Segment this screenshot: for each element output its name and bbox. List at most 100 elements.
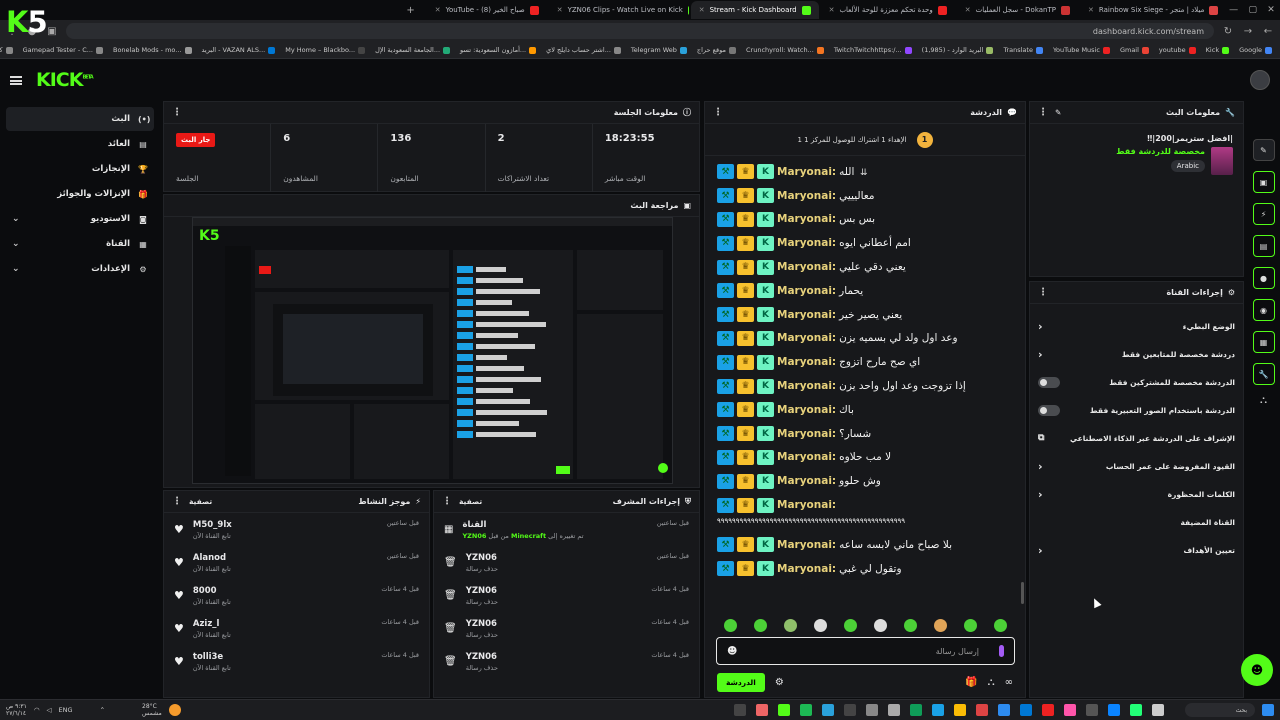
bolt-rail-icon[interactable]: ⚡ xyxy=(1252,203,1275,225)
chat-message[interactable]: ⚒ ♛ K Maryonai: معاليييي xyxy=(717,184,1013,208)
tab-close-icon[interactable]: ✕ xyxy=(435,6,441,14)
activity-username[interactable]: tolli3e xyxy=(193,652,231,662)
bookmark-item[interactable]: الجامعة السعودية الإل... xyxy=(375,46,451,54)
back-icon[interactable]: ← xyxy=(1262,26,1274,37)
edit-pencil-icon[interactable]: ✎ xyxy=(1055,108,1061,117)
people-icon[interactable]: ⛬ xyxy=(988,677,995,688)
pencil-rail-icon[interactable]: ✎ xyxy=(1252,139,1275,161)
taskbar-app-icon[interactable] xyxy=(932,704,944,716)
mod-action-row[interactable]: قبل ساعتين 🗑 YZN06 حذف رسالة xyxy=(434,546,699,579)
channel-action-row[interactable]: › القيود المفروضة على عمر الحساب xyxy=(1030,452,1243,480)
channel-action-row[interactable]: القناة المضيفة xyxy=(1030,508,1243,536)
panel-menu-icon[interactable]: ⋮ xyxy=(1038,287,1048,298)
taskbar-app-icon[interactable] xyxy=(910,704,922,716)
channel-action-row[interactable]: › الكلمات المحظورة xyxy=(1030,480,1243,508)
chat-message[interactable]: ⚒ ♛ K Maryonai: xyxy=(717,493,1013,517)
taskbar-app-icon[interactable] xyxy=(1064,704,1076,716)
chat-username[interactable]: Maryonai: xyxy=(777,190,836,202)
activity-filter-button[interactable]: تصفية xyxy=(189,497,212,506)
sidebar-item[interactable]: البث (•) xyxy=(6,107,154,131)
browser-tab[interactable]: ✕ سجل العمليات - DokanTP xyxy=(957,1,1078,19)
forward-icon[interactable]: → xyxy=(1242,26,1254,37)
activity-username[interactable]: Aziz_l xyxy=(193,619,231,629)
emote-icon[interactable] xyxy=(873,618,887,632)
stream-preview-video[interactable]: K5 xyxy=(192,217,673,484)
hamburger-menu-icon[interactable] xyxy=(10,75,22,85)
tab-close-icon[interactable]: ✕ xyxy=(829,6,835,14)
chat-username[interactable]: Maryonai: xyxy=(777,428,836,440)
taskbar-app-icon[interactable] xyxy=(1020,704,1032,716)
channel-action-row[interactable]: › تعيين الأهداف xyxy=(1030,536,1243,564)
chat-username[interactable]: Maryonai: xyxy=(777,539,836,551)
browser-tab[interactable]: ✕ YouTube - صباح الخير (8) xyxy=(427,1,547,19)
browser-tab[interactable]: ✕ Stream - Kick Dashboard xyxy=(690,1,819,19)
chat-message[interactable]: ⚒ ♛ K Maryonai: وعد اول ولد لي بسميه يزن xyxy=(717,327,1013,351)
minimize-icon[interactable]: — xyxy=(1229,5,1238,15)
taskbar-app-icon[interactable] xyxy=(954,704,966,716)
taskbar-app-icon[interactable] xyxy=(1086,704,1098,716)
bookmark-item[interactable]: كل الإشارات المرجعية xyxy=(0,46,13,54)
chat-scrollbar[interactable] xyxy=(1021,582,1024,604)
chat-username[interactable]: Maryonai: xyxy=(777,404,836,416)
emoji-icon[interactable]: ☻ xyxy=(727,646,737,657)
lang-indicator[interactable]: ENG xyxy=(59,706,73,714)
panel-menu-icon[interactable]: ⋮ xyxy=(442,496,452,507)
taskbar-app-icon[interactable] xyxy=(756,704,768,716)
chat-rail-icon[interactable]: ● xyxy=(1252,267,1275,289)
tab-close-icon[interactable]: ✕ xyxy=(699,6,705,14)
bookmark-item[interactable]: موقع حراج xyxy=(697,46,737,54)
activity-row[interactable]: قبل ساعتين ♥ M50_9lx تابع القناة الآن xyxy=(164,513,429,546)
chat-message[interactable]: ⚒ ♛ K Maryonai: بلا صباح ماني لابسه ساعه xyxy=(717,533,1013,557)
bookmark-item[interactable]: Telegram Web xyxy=(631,46,687,54)
chevron-right-icon[interactable]: › xyxy=(1038,488,1043,501)
taskbar-app-icon[interactable] xyxy=(800,704,812,716)
bookmark-item[interactable]: YouTube Music xyxy=(1053,46,1110,54)
bookmark-item[interactable]: البريد - VAZAN ALS... xyxy=(202,46,276,54)
chat-username[interactable]: Maryonai: xyxy=(777,213,836,225)
taskbar-app-icon[interactable] xyxy=(998,704,1010,716)
taskbar-app-icon[interactable] xyxy=(1108,704,1120,716)
taskbar-app-icon[interactable] xyxy=(822,704,834,716)
wifi-icon[interactable]: ◠ xyxy=(34,706,40,714)
windows-start-icon[interactable] xyxy=(1262,704,1274,716)
chat-message[interactable]: ⚒ ♛ K Maryonai: إذا تزوجت وعد اول واحد يزن xyxy=(717,374,1013,398)
taskbar-app-icon[interactable] xyxy=(976,704,988,716)
tray-up-icon[interactable]: ⌃ xyxy=(100,706,105,714)
chat-send-button[interactable]: الدردشة xyxy=(717,672,765,692)
taskbar-app-icon[interactable] xyxy=(1042,704,1054,716)
maximize-icon[interactable]: ▢ xyxy=(1248,5,1257,15)
reload-icon[interactable]: ↻ xyxy=(1222,26,1234,37)
chat-message[interactable]: ⚒ ♛ K Maryonai: بس بس xyxy=(717,208,1013,232)
tab-close-icon[interactable]: ✕ xyxy=(557,6,563,14)
sidebar-item[interactable]: ⌄ القناة ▦ xyxy=(6,232,154,256)
support-chat-button[interactable]: ☻ xyxy=(1241,654,1273,686)
emote-icon[interactable] xyxy=(753,618,767,632)
shield-rail-icon[interactable]: ▦ xyxy=(1252,331,1275,353)
clipboard-rail-icon[interactable]: ▤ xyxy=(1252,235,1275,257)
activity-row[interactable]: قبل ساعتين ♥ Alanod تابع القناة الآن xyxy=(164,546,429,579)
mod-action-row[interactable]: قبل ساعتين ▦ القناة تم تغييره إلى Minecraft… xyxy=(434,513,699,546)
taskbar-app-icon[interactable] xyxy=(1152,704,1164,716)
chevron-right-icon[interactable]: › xyxy=(1038,544,1043,557)
bookmark-item[interactable]: أمازون السعودية: تسو... xyxy=(460,46,537,54)
bookmark-item[interactable]: TwitchTwitchhttps:/... xyxy=(834,46,912,54)
camera-rail-icon[interactable]: ▣ xyxy=(1252,171,1275,193)
chat-username[interactable]: Maryonai: xyxy=(777,285,836,297)
bookmark-item[interactable]: Gamepad Tester - C... xyxy=(23,46,103,54)
chat-username[interactable]: Maryonai: xyxy=(777,475,836,487)
bookmark-item[interactable]: youtube xyxy=(1159,46,1196,54)
chat-message[interactable]: ⚒ ♛ K Maryonai: باك xyxy=(717,398,1013,422)
activity-username[interactable]: 8000 xyxy=(193,586,231,596)
browser-tab[interactable]: ✕ وحدة تحكم معززة للوحة الألعاب xyxy=(821,1,955,19)
url-field[interactable]: dashboard.kick.com/stream xyxy=(66,23,1214,39)
channel-action-row[interactable]: › دردشة مخصصة للمتابعين فقط xyxy=(1030,340,1243,368)
chevron-right-icon[interactable]: › xyxy=(1038,348,1043,361)
activity-username[interactable]: M50_9lx xyxy=(193,520,232,530)
gift-icon[interactable]: 🎁 xyxy=(965,677,977,688)
bookmark-item[interactable]: Translate xyxy=(1003,46,1043,54)
chat-message[interactable]: ⚒ ♛ K Maryonai: وتقول لي غبي xyxy=(717,557,1013,581)
pinned-goal-banner[interactable]: 1 الإهداء 1 اشتراك للوصول للمركز 1 1 xyxy=(705,124,1025,156)
mod-action-row[interactable]: قبل 4 ساعات 🗑 YZN06 حذف رسالة xyxy=(434,579,699,612)
browser-tab[interactable]: ✕ Rainbow Six Siege - ميلاد | متجر xyxy=(1080,1,1220,19)
taskbar-app-icon[interactable] xyxy=(888,704,900,716)
